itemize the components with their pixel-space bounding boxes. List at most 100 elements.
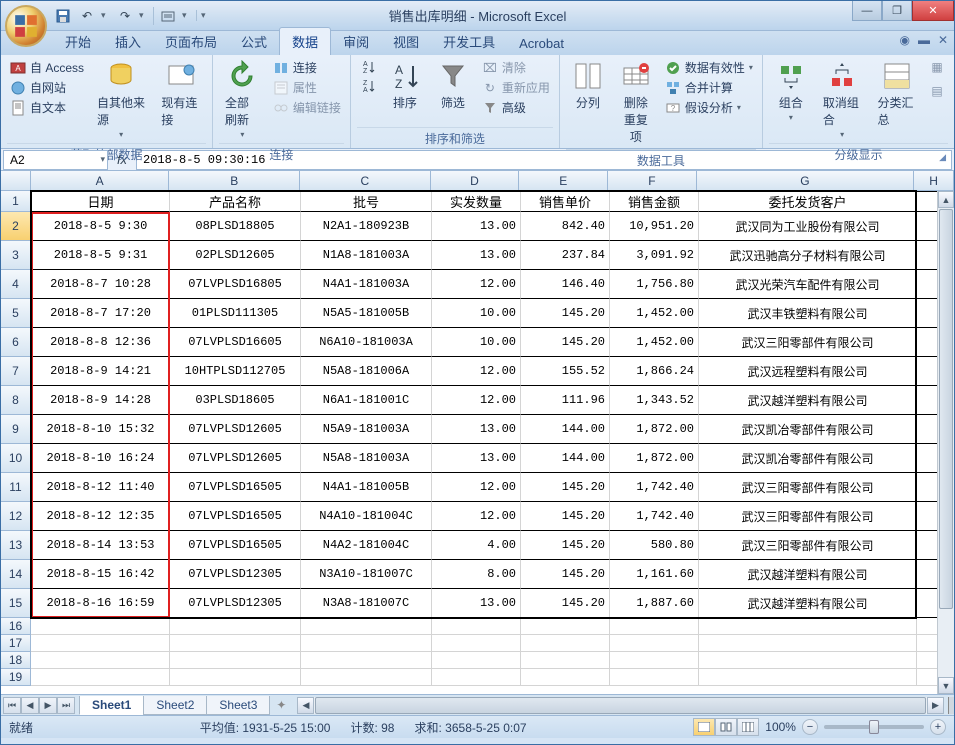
group-button[interactable]: 组合▾	[769, 58, 813, 124]
cell[interactable]: 2018-8-12 12:35	[31, 502, 170, 531]
refresh-all-button[interactable]: 全部刷新▾	[219, 58, 266, 141]
consolidate-button[interactable]: 合并计算	[662, 78, 756, 97]
cell[interactable]	[432, 618, 521, 635]
cell[interactable]: 145.20	[521, 328, 610, 357]
help-icon[interactable]: ◉	[899, 33, 909, 47]
row-header-9[interactable]: 9	[1, 415, 31, 444]
cell[interactable]: 12.00	[432, 386, 521, 415]
cell[interactable]: 13.00	[432, 241, 521, 270]
sheet-nav-last[interactable]: ⏭	[57, 697, 75, 714]
cell[interactable]: 145.20	[521, 299, 610, 328]
edit-links-button[interactable]: 编辑链接	[270, 98, 344, 117]
cell[interactable]: N3A10-181007C	[301, 560, 432, 589]
cell[interactable]: 145.20	[521, 502, 610, 531]
data-validation-button[interactable]: 数据有效性 ▾	[662, 58, 756, 77]
cell[interactable]: N1A8-181003A	[301, 241, 432, 270]
cell[interactable]: 2018-8-14 13:53	[31, 531, 170, 560]
scroll-left-button[interactable]: ◀	[297, 697, 314, 714]
cell[interactable]	[521, 635, 610, 652]
scroll-up-button[interactable]: ▲	[938, 191, 954, 208]
cell[interactable]	[170, 652, 301, 669]
cell[interactable]: 武汉三阳零部件有限公司	[699, 328, 917, 357]
cell[interactable]: 07LVPLSD12605	[170, 415, 301, 444]
menu-tab-1[interactable]: 插入	[103, 28, 153, 55]
cell[interactable]: N6A10-181003A	[301, 328, 432, 357]
cell[interactable]: 07LVPLSD16505	[170, 531, 301, 560]
spreadsheet-grid[interactable]: ABCDEFGH 12345678910111213141516171819 日…	[1, 171, 954, 694]
text-to-columns-button[interactable]: 分列	[566, 58, 610, 113]
cell[interactable]: N5A5-181005B	[301, 299, 432, 328]
cell[interactable]: 13.00	[432, 589, 521, 618]
row-header-4[interactable]: 4	[1, 270, 31, 299]
row-header-7[interactable]: 7	[1, 357, 31, 386]
sheet-tab-Sheet2[interactable]: Sheet2	[143, 696, 207, 715]
cell[interactable]	[699, 652, 917, 669]
cell[interactable]	[699, 669, 917, 686]
scroll-down-button[interactable]: ▼	[938, 677, 954, 694]
cell[interactable]: 145.20	[521, 589, 610, 618]
cell[interactable]: N5A8-181006A	[301, 357, 432, 386]
row-header-11[interactable]: 11	[1, 473, 31, 502]
cell[interactable]: N4A1-181005B	[301, 473, 432, 502]
col-header-E[interactable]: E	[519, 171, 608, 191]
row-header-14[interactable]: 14	[1, 560, 31, 589]
office-button[interactable]	[5, 5, 47, 47]
sheet-tab-Sheet1[interactable]: Sheet1	[79, 696, 144, 715]
zoom-thumb[interactable]	[869, 720, 879, 734]
cell[interactable]: 1,887.60	[610, 589, 699, 618]
reapply-button[interactable]: ↻重新应用	[479, 78, 553, 97]
cell[interactable]: 13.00	[432, 415, 521, 444]
row-header-18[interactable]: 18	[1, 652, 31, 669]
undo-drop-icon[interactable]: ▾	[101, 10, 111, 21]
cell[interactable]	[301, 635, 432, 652]
cell[interactable]: 武汉越洋塑料有限公司	[699, 560, 917, 589]
cell[interactable]: N4A1-181003A	[301, 270, 432, 299]
cell[interactable]: N4A2-181004C	[301, 531, 432, 560]
cell[interactable]: 武汉三阳零部件有限公司	[699, 473, 917, 502]
from-text-button[interactable]: 自文本	[7, 98, 87, 117]
cell[interactable]: 1,872.00	[610, 444, 699, 473]
menu-tab-7[interactable]: 开发工具	[431, 28, 507, 55]
cell[interactable]: N2A1-180923B	[301, 212, 432, 241]
cell[interactable]	[432, 652, 521, 669]
cell[interactable]	[521, 652, 610, 669]
cell[interactable]: 武汉迅驰高分子材料有限公司	[699, 241, 917, 270]
whatif-button[interactable]: ?假设分析 ▾	[662, 98, 756, 117]
row-header-5[interactable]: 5	[1, 299, 31, 328]
row-header-13[interactable]: 13	[1, 531, 31, 560]
col-header-G[interactable]: G	[697, 171, 914, 191]
cell[interactable]	[432, 635, 521, 652]
menu-tab-8[interactable]: Acrobat	[507, 32, 576, 55]
cell[interactable]: 12.00	[432, 502, 521, 531]
name-box[interactable]: A2▾	[3, 150, 108, 170]
hide-detail-button[interactable]: ▤	[926, 82, 948, 100]
cell[interactable]: 12.00	[432, 473, 521, 502]
cell[interactable]: 2018-8-12 11:40	[31, 473, 170, 502]
cell[interactable]: N3A8-181007C	[301, 589, 432, 618]
cell[interactable]: 武汉越洋塑料有限公司	[699, 589, 917, 618]
row-header-16[interactable]: 16	[1, 618, 31, 635]
cell[interactable]: 武汉越洋塑料有限公司	[699, 386, 917, 415]
cell[interactable]: 实发数量	[432, 191, 521, 212]
dialog-launcher-icon[interactable]: ◢	[939, 152, 946, 163]
cell[interactable]: 1,452.00	[610, 328, 699, 357]
cell[interactable]: 07LVPLSD12605	[170, 444, 301, 473]
sort-desc-button[interactable]: ZA	[357, 77, 379, 95]
scroll-right-button[interactable]: ▶	[927, 697, 944, 714]
cell[interactable]: 2018-8-7 10:28	[31, 270, 170, 299]
cell[interactable]	[521, 669, 610, 686]
cell[interactable]: 1,756.80	[610, 270, 699, 299]
cell[interactable]: 销售金额	[610, 191, 699, 212]
cell[interactable]	[610, 618, 699, 635]
cell[interactable]: 武汉凯冶零部件有限公司	[699, 444, 917, 473]
cell[interactable]: 2018-8-8 12:36	[31, 328, 170, 357]
cell[interactable]: 03PLSD18605	[170, 386, 301, 415]
cell[interactable]	[432, 669, 521, 686]
row-header-10[interactable]: 10	[1, 444, 31, 473]
cell[interactable]: 144.00	[521, 415, 610, 444]
horizontal-scrollbar[interactable]: ◀ ▶	[297, 697, 944, 714]
cell[interactable]: 武汉三阳零部件有限公司	[699, 502, 917, 531]
cell[interactable]	[699, 635, 917, 652]
cell[interactable]: 批号	[301, 191, 432, 212]
row-header-1[interactable]: 1	[1, 191, 31, 212]
